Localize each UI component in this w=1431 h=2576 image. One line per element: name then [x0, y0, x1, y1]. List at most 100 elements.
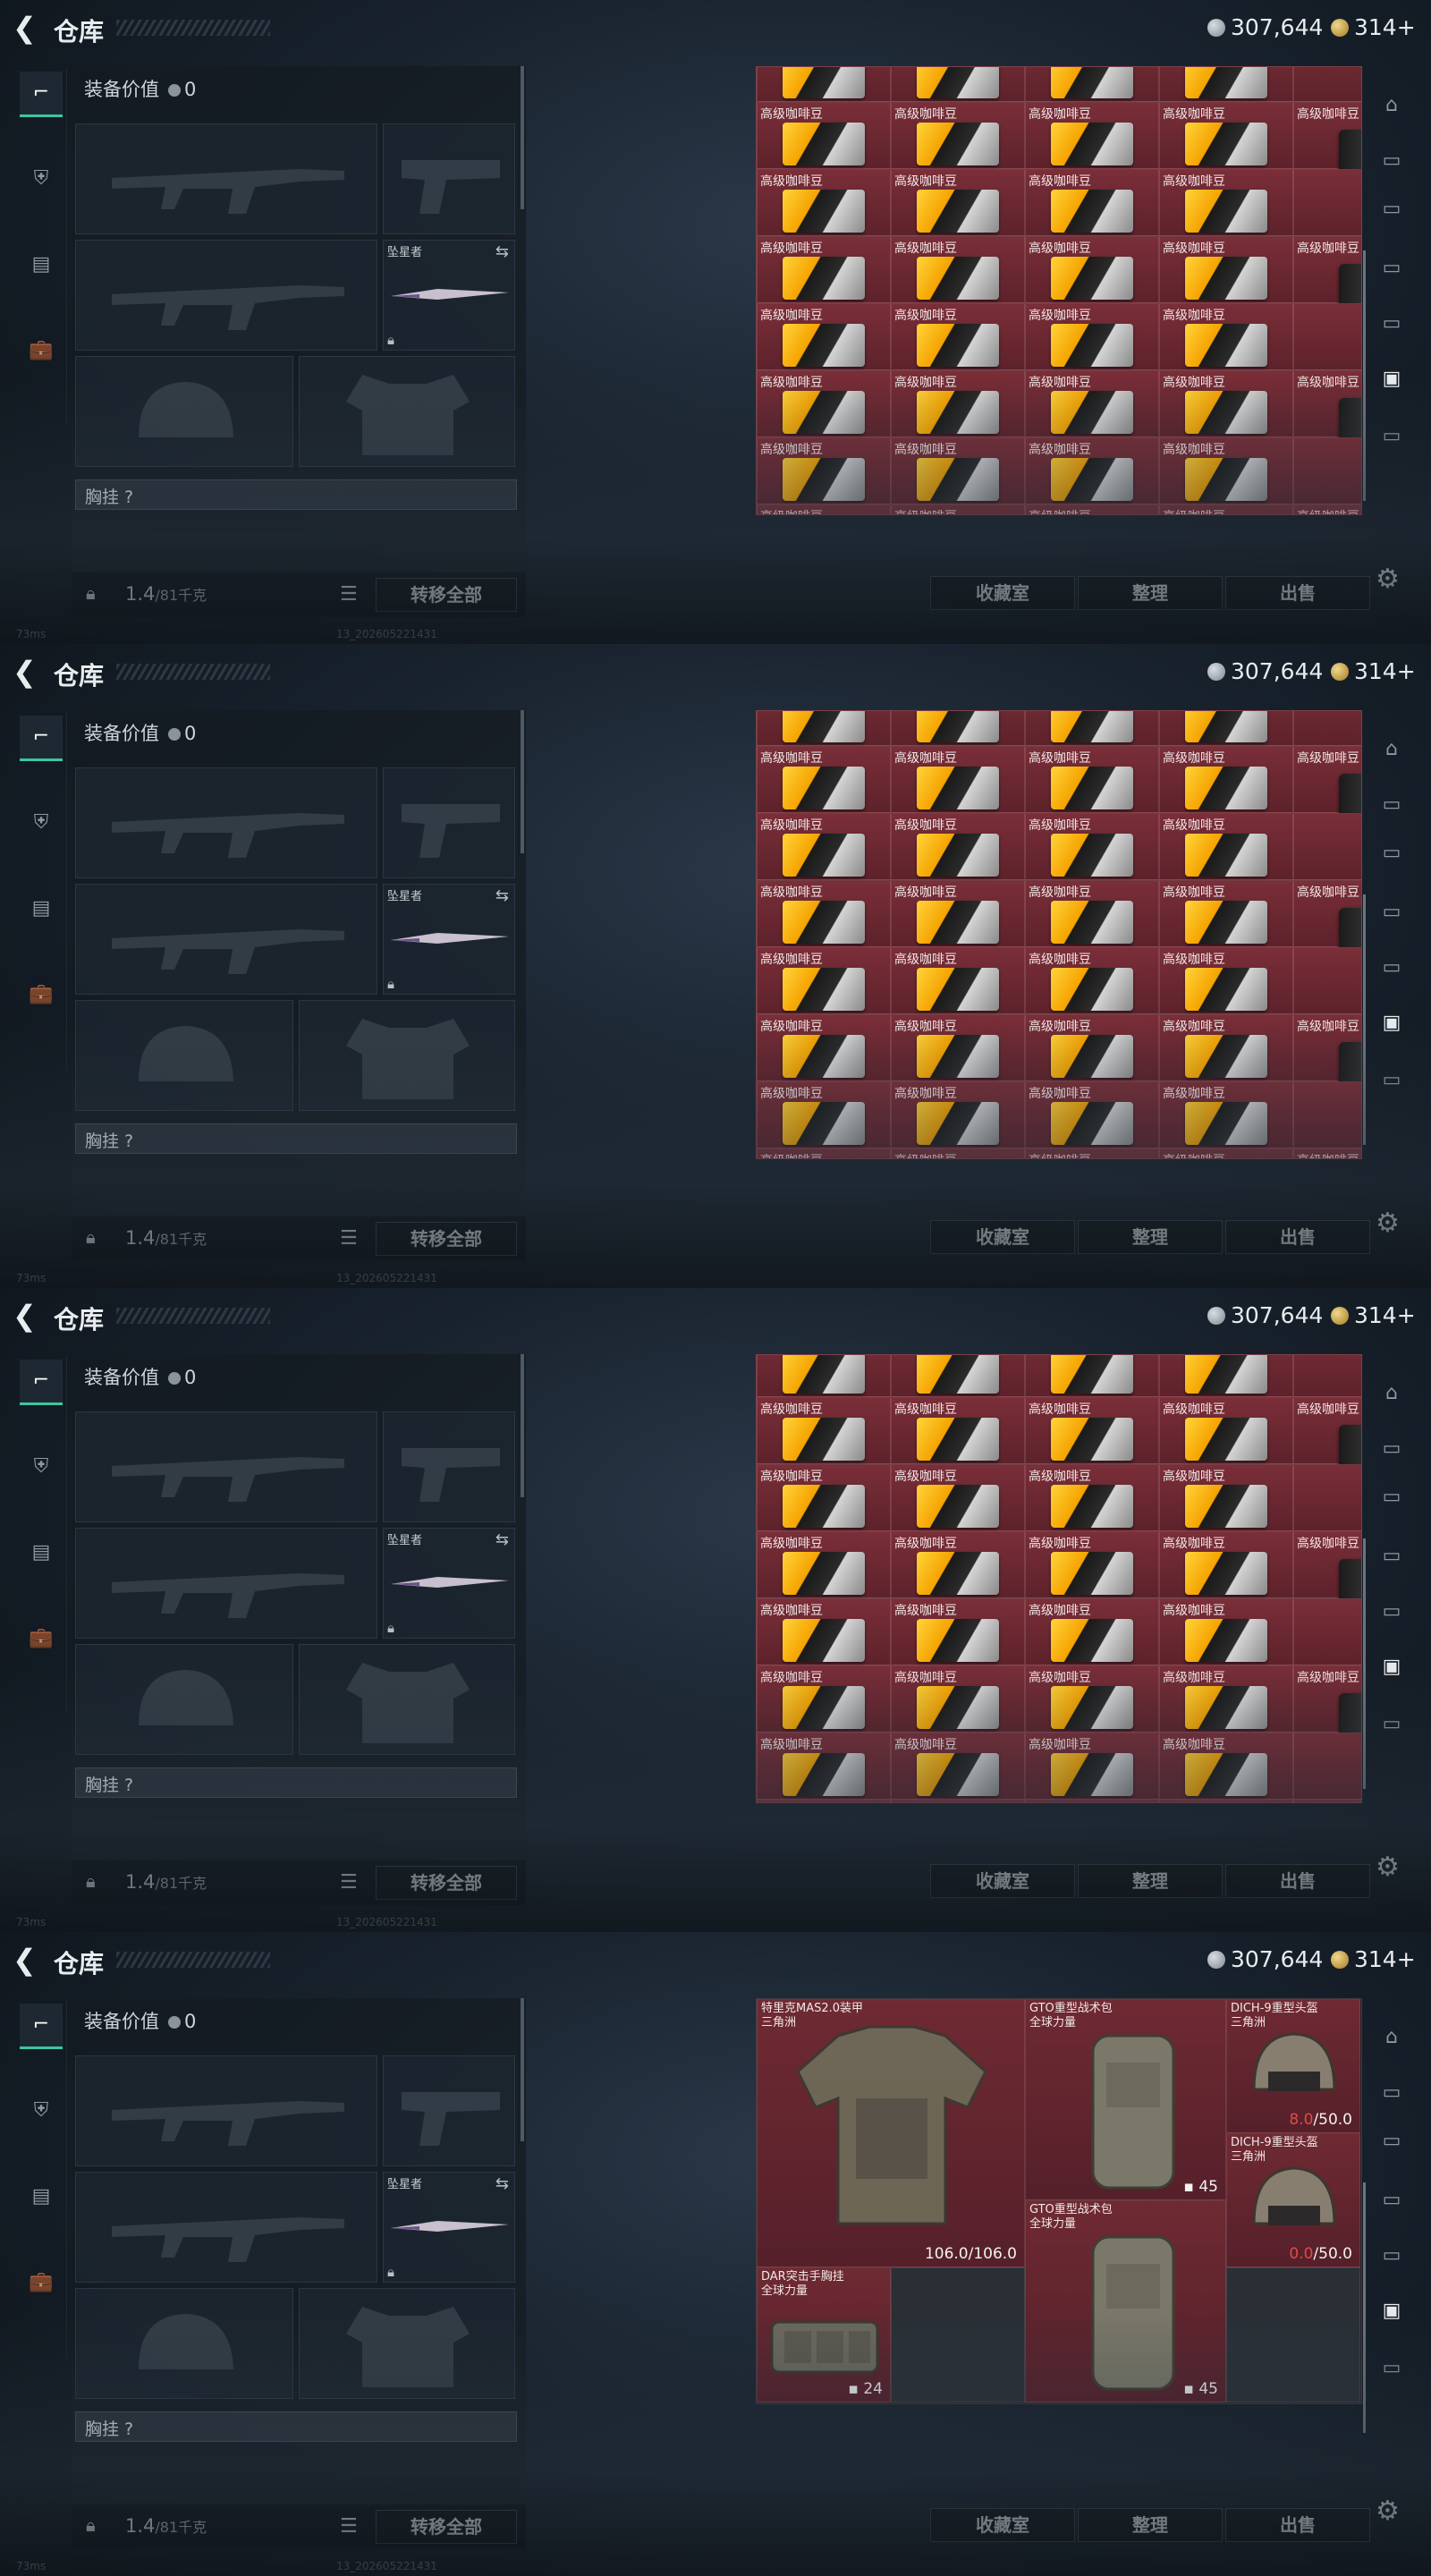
sell-button[interactable]: 出售 — [1225, 576, 1370, 610]
primary-weapon-slot[interactable] — [75, 123, 377, 234]
secondary-weapon-slot[interactable] — [383, 123, 515, 234]
weight-lock-icon[interactable]: 🔒︎ — [86, 581, 109, 605]
armor-slot[interactable] — [299, 1000, 515, 1111]
transfer-all-button[interactable]: 转移全部 — [376, 1222, 517, 1256]
transfer-all-button[interactable]: 转移全部 — [376, 2510, 517, 2544]
tab-backpack-icon[interactable]: 💼 — [20, 1617, 63, 1660]
stash-item-cell[interactable]: 高级咖啡豆 — [1025, 947, 1159, 1014]
sort-button[interactable]: 整理 — [1078, 1220, 1223, 1254]
stash-item-cell[interactable]: 高级咖啡豆 — [1025, 1733, 1159, 1800]
stash-item-cell[interactable]: 高级咖啡豆 — [757, 1355, 891, 1397]
tab-current-icon[interactable]: ▣ — [1372, 1005, 1411, 1041]
tab-iv-icon[interactable]: ▭ — [1372, 2075, 1411, 2111]
stash-item-cell[interactable]: 高级咖啡豆 — [1159, 1355, 1293, 1397]
back-button[interactable]: ❮ — [13, 13, 43, 43]
stash-item-cell[interactable]: 高级咖啡豆 — [1159, 67, 1293, 102]
stash-item-cell[interactable]: 高级咖啡豆 — [891, 947, 1025, 1014]
stash-cell-bag[interactable] — [1293, 947, 1361, 1014]
tab-iv4-icon[interactable]: ▭ — [1372, 950, 1411, 986]
stash-item-cell[interactable]: 高级咖啡豆 — [1159, 746, 1293, 813]
stash-item-cell[interactable]: 高级咖啡豆 — [1159, 947, 1293, 1014]
stash-item-cell[interactable]: 高级咖啡豆 — [1025, 370, 1159, 437]
list-icon[interactable]: ☰ — [340, 1227, 358, 1250]
stash-cell-bag[interactable]: 高级咖啡豆 — [1293, 880, 1361, 979]
stash-item-cell[interactable]: 高级咖啡豆 — [757, 504, 891, 514]
tab-all-icon[interactable]: ⌂ — [1372, 732, 1411, 767]
tab-current-icon[interactable]: ▣ — [1372, 1649, 1411, 1685]
settings-gear-icon[interactable]: ⚙ — [1376, 564, 1400, 595]
collection-button[interactable]: 收藏室 — [930, 1864, 1075, 1898]
sort-button[interactable]: 整理 — [1078, 576, 1223, 610]
stash-cell-bag[interactable]: 高级咖啡豆 — [1293, 1531, 1361, 1631]
primary-weapon-slot-2[interactable] — [75, 2172, 377, 2283]
stash-cell-bag[interactable] — [1293, 1733, 1361, 1800]
tab-iv3-icon[interactable]: ▭ — [1372, 894, 1411, 930]
stash-item-cell[interactable]: 高级咖啡豆 — [757, 67, 891, 102]
armor-slot[interactable] — [299, 2288, 515, 2399]
stash-item-cell[interactable]: 高级咖啡豆 — [757, 1464, 891, 1531]
equipment-scrollbar[interactable] — [521, 1998, 524, 2141]
tab-iv3-icon[interactable]: ▭ — [1372, 1538, 1411, 1574]
transfer-all-button[interactable]: 转移全部 — [376, 578, 517, 612]
tab-backpack-icon[interactable]: 💼 — [20, 2261, 63, 2304]
stash-item-cell[interactable]: 高级咖啡豆 — [757, 1665, 891, 1733]
tab-iv3-icon[interactable]: ▭ — [1372, 250, 1411, 286]
stash-item-cell[interactable]: 高级咖啡豆 — [1025, 236, 1159, 303]
stash-item-cell[interactable]: 高级咖啡豆 — [757, 813, 891, 880]
secondary-weapon-slot[interactable] — [383, 2055, 515, 2166]
melee-slot[interactable]: 坠星者 ⇆ 🔒︎ — [383, 2172, 515, 2283]
gold-currency[interactable]: 314+ — [1331, 14, 1416, 40]
stash-item-cell[interactable]: 高级咖啡豆 — [1159, 1464, 1293, 1531]
tab-iii-icon[interactable]: ▭ — [1372, 419, 1411, 454]
collection-button[interactable]: 收藏室 — [930, 2508, 1075, 2542]
stash-item-cell[interactable]: 高级咖啡豆 — [891, 1014, 1025, 1081]
tab-iv4-icon[interactable]: ▭ — [1372, 2238, 1411, 2274]
settings-gear-icon[interactable]: ⚙ — [1376, 2496, 1400, 2527]
stash-item-cell[interactable]: 高级咖啡豆 — [1025, 880, 1159, 947]
stash-item-cell[interactable]: 高级咖啡豆 — [891, 67, 1025, 102]
stash-item-cell[interactable]: 高级咖啡豆 — [757, 1531, 891, 1598]
stash-item-cell[interactable]: 高级咖啡豆 — [1025, 1014, 1159, 1081]
stash-item-cell[interactable]: 高级咖啡豆 — [1159, 1081, 1293, 1148]
tab-weapons-icon[interactable]: ⌐ — [20, 716, 63, 761]
tab-iii-icon[interactable]: ▭ — [1372, 2351, 1411, 2386]
stash-item-cell[interactable]: 高级咖啡豆 — [1025, 1598, 1159, 1665]
stash-item-cell[interactable]: 高级咖啡豆 — [757, 370, 891, 437]
stash-item-cell[interactable]: 高级咖啡豆 — [1025, 1355, 1159, 1397]
stash-item-cell[interactable]: 高级咖啡豆 — [1025, 746, 1159, 813]
stash-cell-bag[interactable] — [1293, 1464, 1361, 1531]
armor-slot[interactable] — [299, 356, 515, 467]
collection-button[interactable]: 收藏室 — [930, 1220, 1075, 1254]
stash-item-cell[interactable]: 高级咖啡豆 — [891, 1148, 1025, 1158]
stash-item-cell[interactable]: 高级咖啡豆 — [757, 711, 891, 746]
stash-item-cell[interactable]: 高级咖啡豆 — [1159, 1397, 1293, 1464]
stash-item-cell[interactable]: 高级咖啡豆 — [1025, 303, 1159, 370]
stash-item-cell[interactable]: 高级咖啡豆 — [891, 746, 1025, 813]
equipment-scrollbar[interactable] — [521, 1354, 524, 1497]
stash-item-cell[interactable]: 高级咖啡豆 — [1025, 437, 1159, 504]
stash-item-cell[interactable]: 高级咖啡豆 — [891, 504, 1025, 514]
tab-weapons-icon[interactable]: ⌐ — [20, 1360, 63, 1405]
stash-item-cell[interactable]: 高级咖啡豆 — [757, 1598, 891, 1665]
weight-lock-icon[interactable]: 🔒︎ — [86, 1869, 109, 1893]
stash-item-cell[interactable]: 高级咖啡豆 — [757, 169, 891, 236]
stash-item-cell[interactable]: 高级咖啡豆 — [1159, 1014, 1293, 1081]
stash-item-cell[interactable]: 高级咖啡豆 — [1025, 1665, 1159, 1733]
stash-item-cell[interactable]: 高级咖啡豆 — [1025, 67, 1159, 102]
chest-rig-slot[interactable]: 胸挂 ? — [75, 2411, 517, 2442]
tab-iii-icon[interactable]: ▭ — [1372, 1707, 1411, 1742]
back-button[interactable]: ❮ — [13, 1945, 43, 1975]
stash-item-cell[interactable]: 高级咖啡豆 — [757, 236, 891, 303]
weight-lock-icon[interactable]: 🔒︎ — [86, 1225, 109, 1249]
helmet-slot[interactable] — [75, 1644, 293, 1755]
sell-button[interactable]: 出售 — [1225, 2508, 1370, 2542]
tab-weapons-icon[interactable]: ⌐ — [20, 2004, 63, 2049]
weight-lock-icon[interactable]: 🔒︎ — [86, 2513, 109, 2537]
tab-iii-icon[interactable]: ▭ — [1372, 1063, 1411, 1098]
stash-item-cell[interactable]: 高级咖啡豆 — [1159, 169, 1293, 236]
stash-scrollbar[interactable] — [1363, 250, 1366, 501]
tab-rig-icon[interactable]: ▤ — [20, 2175, 63, 2218]
settings-gear-icon[interactable]: ⚙ — [1376, 1852, 1400, 1883]
gear-item-helmet1[interactable]: DICH-9重型头盔 三角洲 8.0/50.0 — [1226, 1999, 1360, 2133]
stash-scrollbar[interactable] — [1363, 894, 1366, 1145]
